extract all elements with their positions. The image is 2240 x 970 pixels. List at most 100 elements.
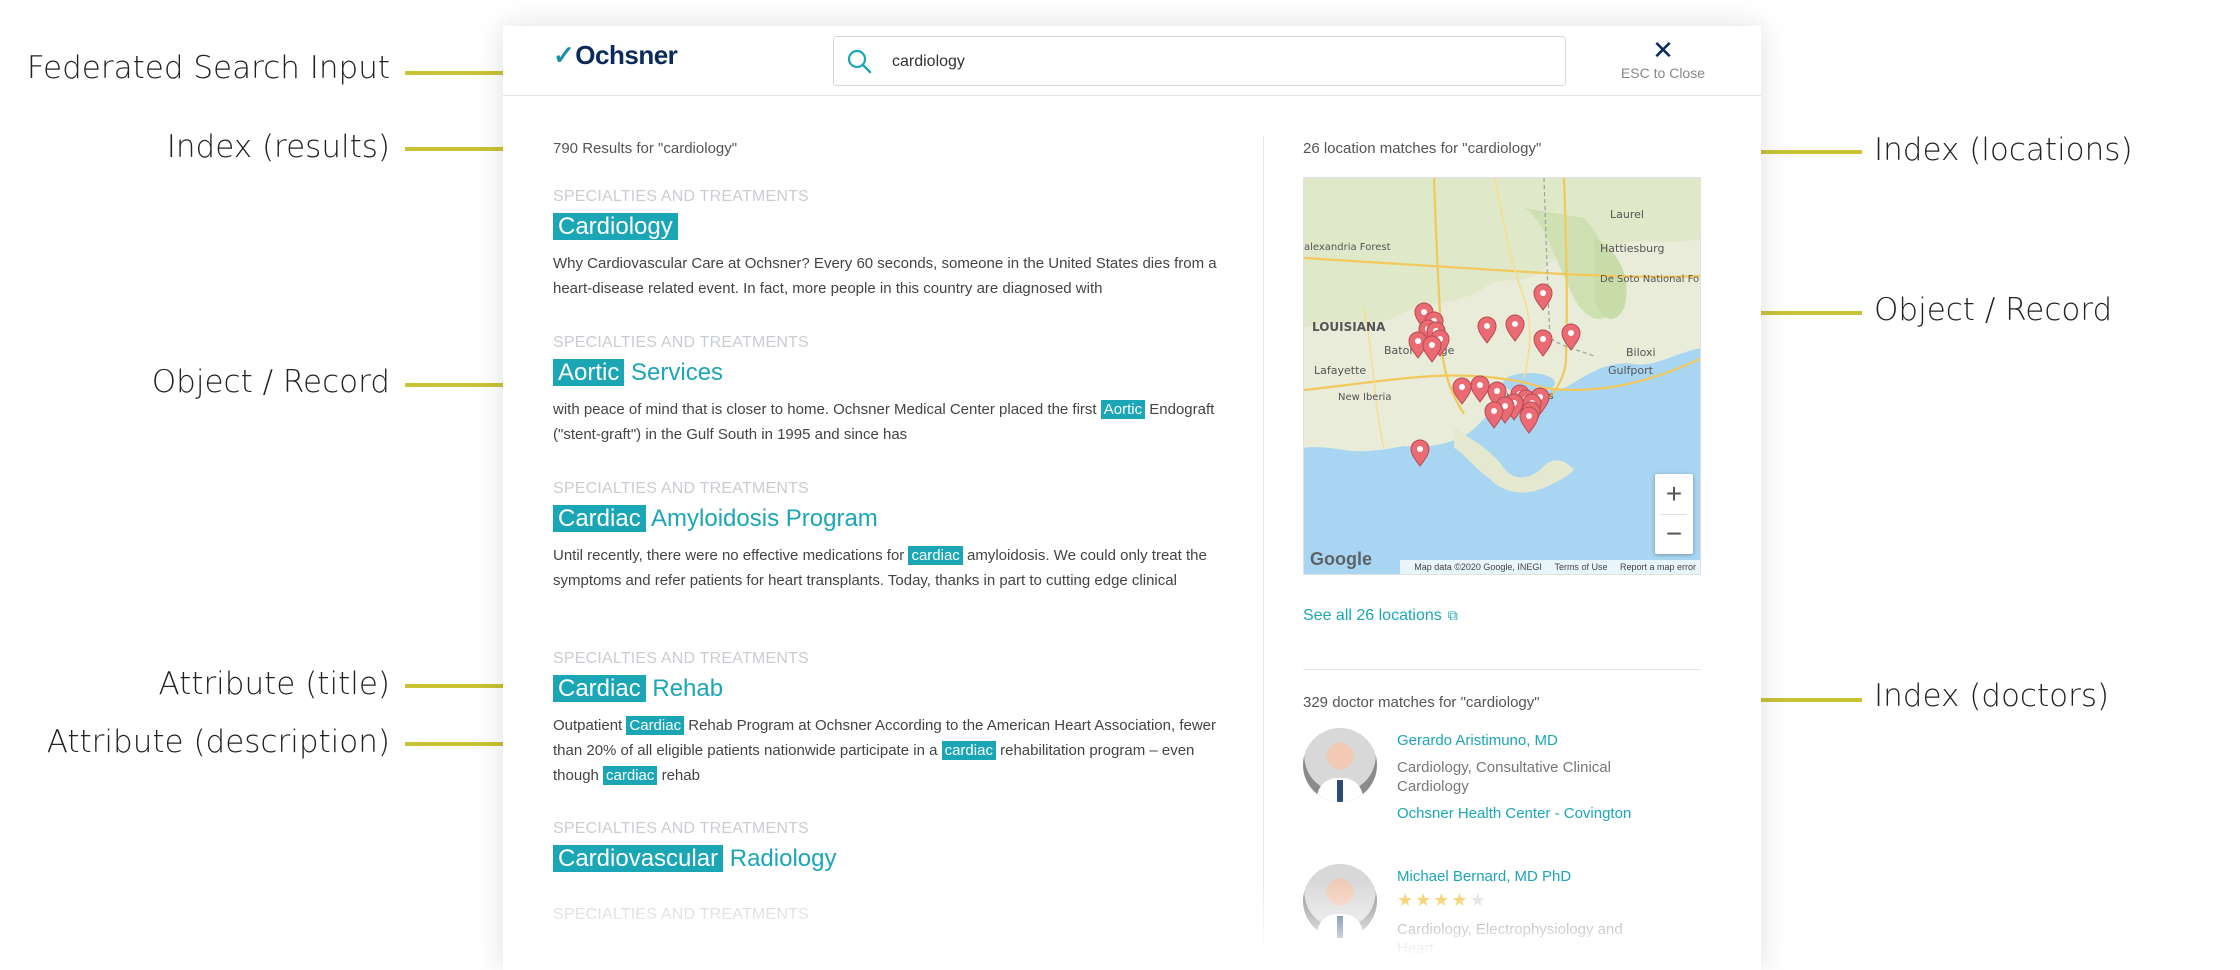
- ochsner-logo[interactable]: ✓Ochsner: [553, 40, 678, 71]
- result-description: Until recently, there were no effective …: [553, 543, 1223, 593]
- location-pin-dot: [1484, 323, 1490, 329]
- map-place-label: alexandria Forest: [1304, 242, 1391, 253]
- zoom-separator: [1661, 514, 1687, 515]
- annotation-index-doctors: Index (doctors): [1874, 678, 2110, 714]
- map-report-link[interactable]: Report a map error: [1620, 562, 1696, 572]
- result-record[interactable]: SPECIALTIES AND TREATMENTS Cardiovascular…: [553, 820, 1223, 877]
- doctor-avatar: [1303, 728, 1377, 802]
- location-pin-dot: [1512, 321, 1518, 327]
- result-title-highlight: Aortic: [553, 359, 625, 386]
- section-divider: [1303, 669, 1701, 670]
- map-place-label: Gulfport: [1608, 364, 1654, 377]
- description-text: Until recently, there were no effective …: [553, 547, 909, 564]
- result-record[interactable]: SPECIALTIES AND TREATMENTS Aortic Service…: [553, 334, 1223, 447]
- location-pin-dot: [1540, 336, 1546, 342]
- result-title-highlight: Cardiac: [553, 675, 646, 702]
- annotation-object-record-right: Object / Record: [1874, 292, 2113, 328]
- doctor-specialty: Cardiology, Consultative Clinical Cardio…: [1397, 759, 1611, 795]
- annotation-attribute-description: Attribute (description): [46, 724, 390, 760]
- result-title[interactable]: Cardiac Rehab: [553, 671, 1223, 707]
- locations-count: 26 location matches for "cardiology": [1303, 140, 1542, 157]
- result-title[interactable]: Cardiology: [553, 209, 1223, 245]
- location-pin-icon[interactable]: [1484, 401, 1504, 429]
- result-title[interactable]: Cardiovascular Radiology: [553, 841, 1223, 877]
- location-pin-dot: [1568, 330, 1574, 336]
- external-link-icon: ⧉: [1447, 607, 1458, 623]
- search-icon: [847, 49, 872, 74]
- result-title[interactable]: Aortic Services: [553, 355, 1223, 391]
- annotation-object-record-left: Object / Record: [151, 364, 390, 400]
- location-pin-dot: [1459, 384, 1465, 390]
- map-place-label: Lafayette: [1314, 364, 1366, 377]
- map-data-credit: Map data ©2020 Google, INEGI: [1414, 562, 1542, 572]
- result-category: SPECIALTIES AND TREATMENTS: [553, 820, 809, 837]
- location-pin-icon[interactable]: [1519, 406, 1539, 434]
- result-description: Outpatient Cardiac Rehab Program at Ochs…: [553, 713, 1223, 788]
- result-record[interactable]: SPECIALTIES AND TREATMENTS Cardiac Amyloi…: [553, 480, 1223, 593]
- doctor-name[interactable]: Michael Bernard, MD PhD: [1397, 868, 1571, 885]
- result-title-highlight: Cardiovascular: [553, 845, 724, 872]
- result-title-highlight: Cardiology: [553, 213, 678, 240]
- result-category: SPECIALTIES AND TREATMENTS: [553, 334, 809, 351]
- close-label: ESC to Close: [1620, 65, 1706, 81]
- description-text: Why Cardiovascular Care at Ochsner? Ever…: [553, 255, 1217, 297]
- result-record[interactable]: SPECIALTIES AND TREATMENTS: [553, 906, 1223, 924]
- location-pin-dot: [1417, 446, 1423, 452]
- map-place-label: New Iberia: [1338, 392, 1391, 403]
- result-title[interactable]: Cardiac Amyloidosis Program: [553, 501, 1223, 537]
- doctors-count: 329 doctor matches for "cardiology": [1303, 694, 1540, 711]
- location-pin-dot: [1494, 388, 1500, 394]
- annotation-index-results: Index (results): [166, 129, 390, 165]
- description-text: with peace of mind that is closer to hom…: [553, 401, 1101, 418]
- annotation-index-locations: Index (locations): [1874, 132, 2133, 168]
- star-icon: ★: [1451, 890, 1470, 910]
- locations-map[interactable]: LOUISIANABaton RougeLafayetteNew IberiaH…: [1303, 177, 1701, 575]
- doctor-rating: ★★★★★: [1397, 890, 1488, 911]
- description-highlight: Aortic: [1100, 400, 1146, 419]
- search-panel: ✓Ochsner ✕ ESC to Close 790 Results for …: [503, 26, 1761, 970]
- description-text: rehab: [657, 767, 700, 784]
- map-canvas: LOUISIANABaton RougeLafayetteNew IberiaH…: [1304, 178, 1701, 493]
- result-description: with peace of mind that is closer to hom…: [553, 397, 1223, 447]
- result-title-text: Services: [631, 359, 724, 386]
- federated-search-box[interactable]: [833, 36, 1566, 86]
- map-place-label: LOUISIANA: [1312, 320, 1386, 334]
- location-pin-dot: [1491, 408, 1497, 414]
- result-title-text: Amyloidosis Program: [651, 505, 878, 532]
- description-text: Outpatient: [553, 717, 627, 734]
- annotation-attribute-title: Attribute (title): [158, 666, 390, 702]
- see-all-label: See all 26 locations: [1303, 607, 1442, 624]
- description-highlight: cardiac: [908, 546, 963, 565]
- result-record[interactable]: SPECIALTIES AND TREATMENTS Cardiology Why …: [553, 188, 1223, 301]
- location-pin-dot: [1477, 382, 1483, 388]
- map-terms-link[interactable]: Terms of Use: [1554, 562, 1607, 572]
- zoom-out-button[interactable]: −: [1655, 514, 1693, 554]
- doctor-name[interactable]: Gerardo Aristimuno, MD: [1397, 732, 1558, 749]
- star-icon: ★: [1433, 890, 1452, 910]
- location-pin-dot: [1429, 342, 1435, 348]
- map-place-label: De Soto National Forest: [1600, 274, 1701, 285]
- close-button[interactable]: ✕ ESC to Close: [1603, 36, 1723, 81]
- search-input[interactable]: [892, 49, 1532, 75]
- location-pin-dot: [1415, 338, 1421, 344]
- see-all-locations-link[interactable]: See all 26 locations ⧉: [1303, 607, 1458, 625]
- description-highlight: Cardiac: [626, 716, 685, 735]
- location-pin-dot: [1421, 309, 1427, 315]
- search-header: ✓Ochsner ✕ ESC to Close: [503, 26, 1761, 96]
- map-attribution: Map data ©2020 Google, INEGI Terms of Us…: [1400, 560, 1700, 574]
- map-place-label: Hattiesburg: [1600, 242, 1664, 255]
- location-pin-icon[interactable]: [1410, 439, 1430, 467]
- star-icon: ★: [1469, 890, 1488, 910]
- result-title-text: Radiology: [729, 845, 837, 872]
- result-record[interactable]: SPECIALTIES AND TREATMENTS Cardiac Rehab O…: [553, 650, 1223, 788]
- result-category: SPECIALTIES AND TREATMENTS: [553, 906, 809, 923]
- logo-mark-icon: ✓: [553, 40, 575, 70]
- map-zoom-controls: + −: [1655, 474, 1693, 554]
- annotation-federated-search: Federated Search Input: [26, 50, 390, 86]
- description-highlight: cardiac: [603, 766, 658, 785]
- close-icon: ✕: [1652, 35, 1674, 65]
- result-category: SPECIALTIES AND TREATMENTS: [553, 650, 809, 667]
- zoom-in-button[interactable]: +: [1655, 474, 1693, 514]
- map-place-label: Biloxi: [1626, 346, 1656, 359]
- doctor-location[interactable]: Ochsner Health Center - Covington: [1397, 805, 1631, 822]
